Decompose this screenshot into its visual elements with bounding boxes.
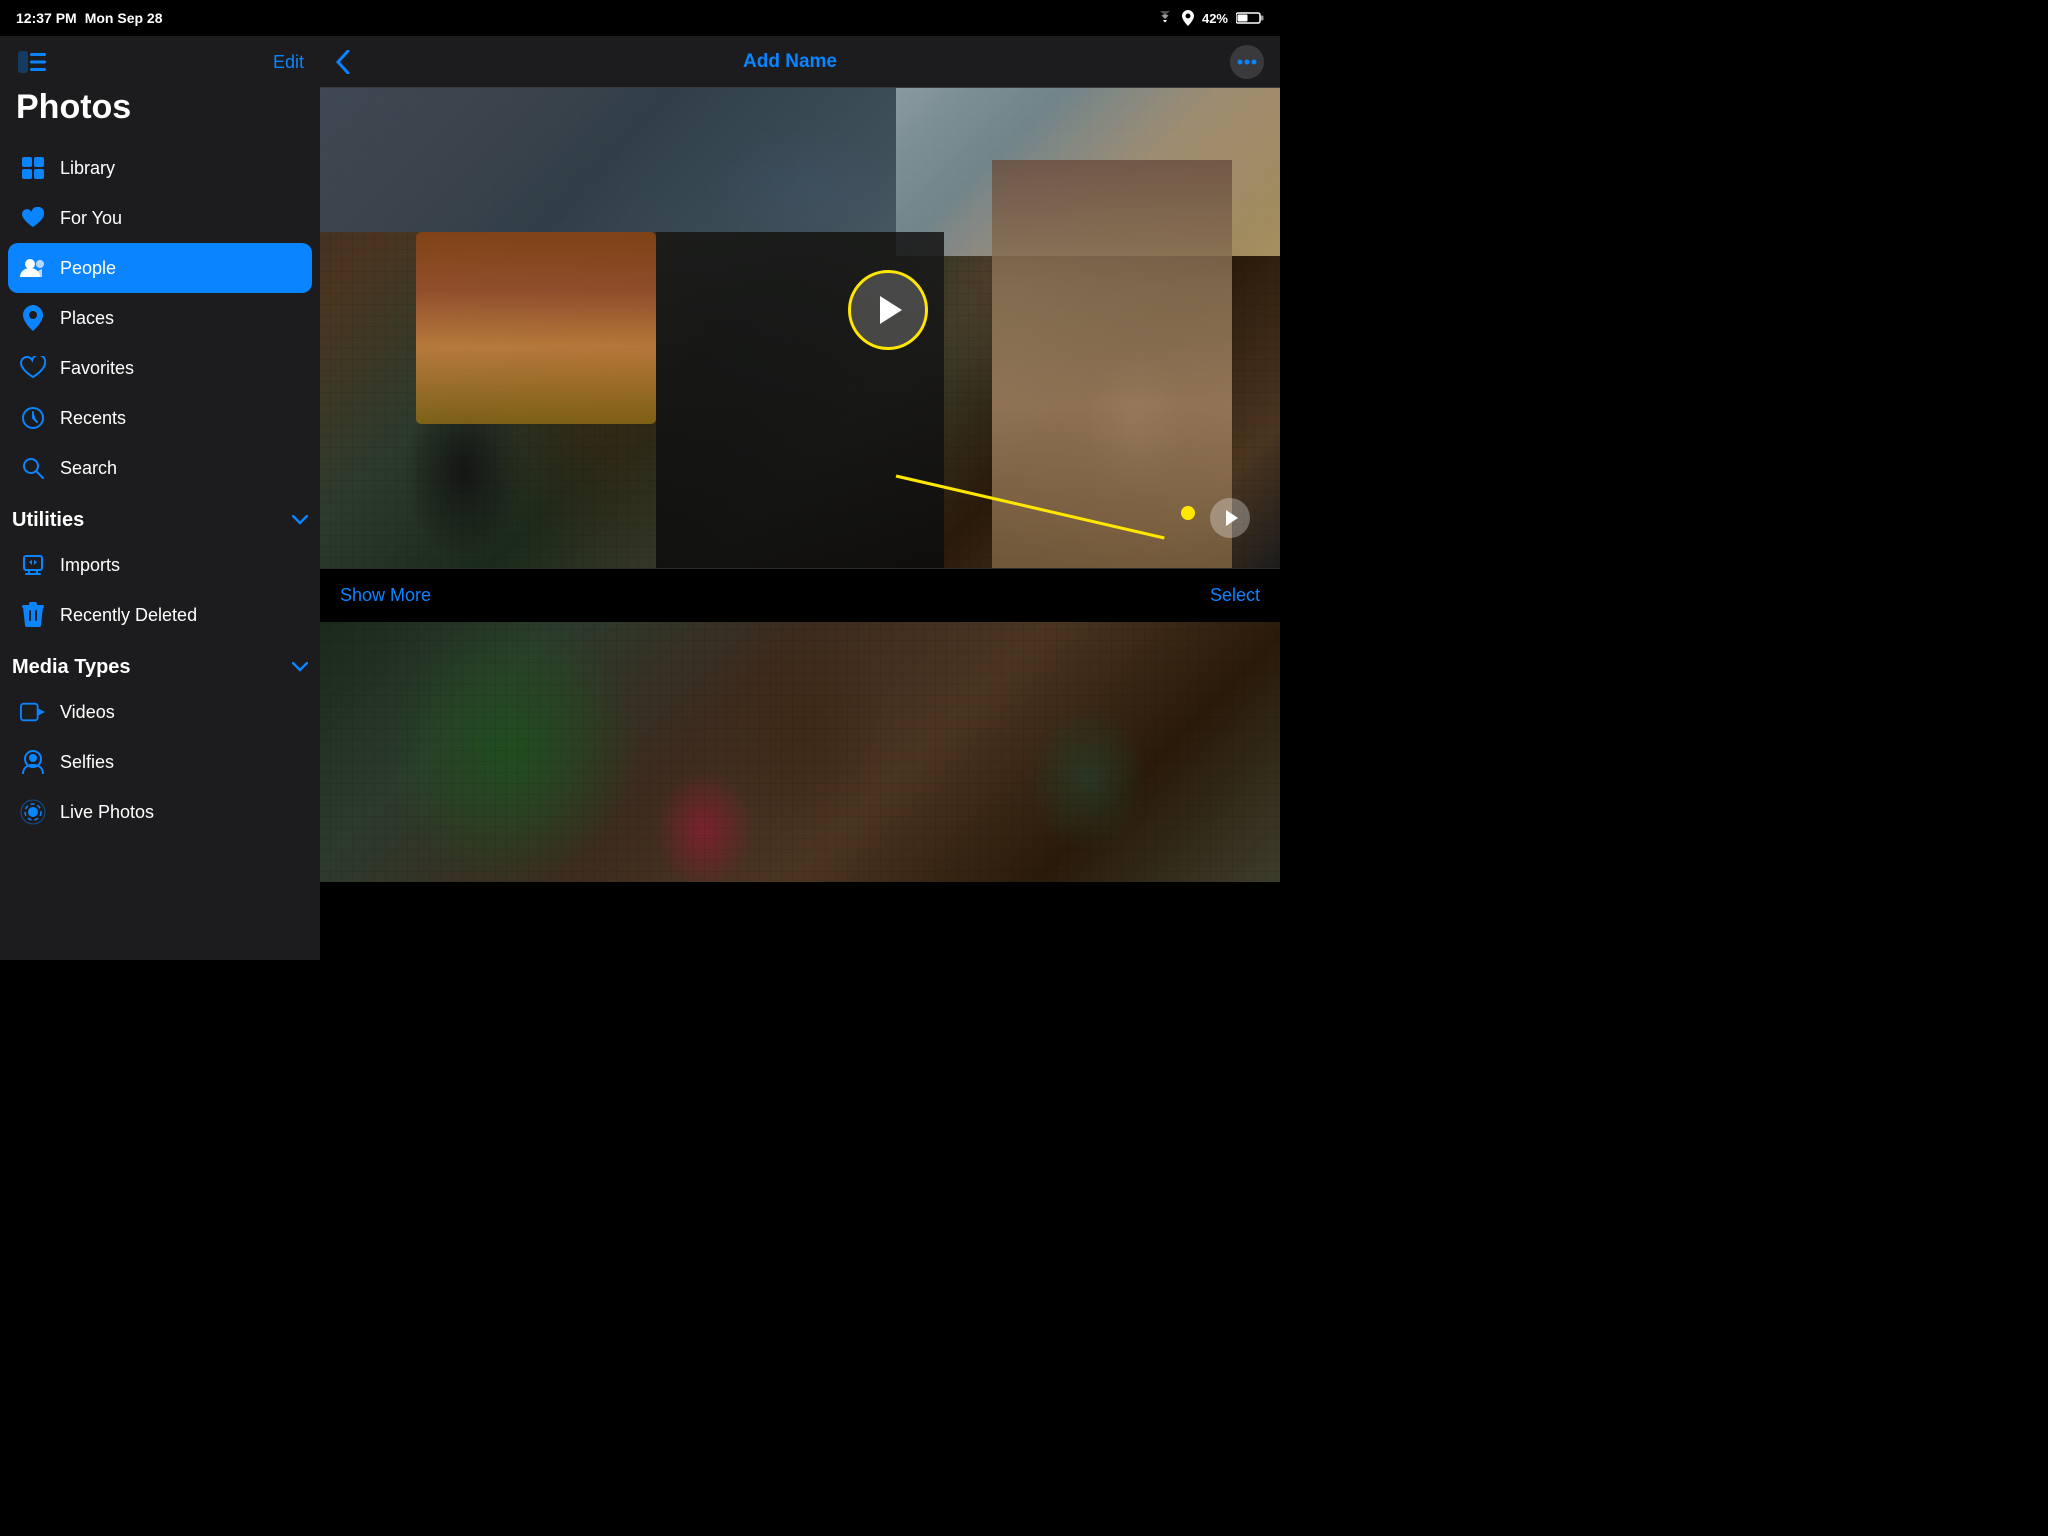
top-nav: Add Name	[320, 36, 1280, 88]
corner-dot	[1181, 506, 1195, 520]
imports-icon	[20, 552, 46, 578]
utilities-chevron-icon	[292, 512, 308, 530]
sidebar-item-label-search: Search	[60, 458, 117, 479]
sidebar-item-live-photos[interactable]: Live Photos	[8, 787, 312, 837]
sidebar-item-recents[interactable]: Recents	[8, 393, 312, 443]
sidebar-item-label-people: People	[60, 258, 116, 279]
sidebar-item-selfies[interactable]: Selfies	[8, 737, 312, 787]
sidebar: Edit Photos Library	[0, 36, 320, 960]
search-icon	[20, 455, 46, 481]
library-icon	[20, 155, 46, 181]
utilities-section-header[interactable]: Utilities	[0, 493, 320, 540]
utilities-section: Imports Recently Deleted	[0, 540, 320, 640]
sidebar-item-favorites[interactable]: Favorites	[8, 343, 312, 393]
places-icon	[20, 305, 46, 331]
media-types-chevron-icon	[292, 659, 308, 677]
sidebar-item-search[interactable]: Search	[8, 443, 312, 493]
media-types-title: Media Types	[12, 656, 131, 679]
content-scroll[interactable]: Show More Select	[320, 88, 1280, 960]
battery-icon	[1236, 11, 1264, 25]
sidebar-item-imports[interactable]: Imports	[8, 540, 312, 590]
sidebar-toggle-icon	[18, 51, 46, 73]
photo-image-1	[320, 88, 1280, 568]
photo-section-1	[320, 88, 1280, 568]
more-options-icon	[1237, 59, 1257, 65]
selfies-icon	[20, 749, 46, 775]
location-icon	[1182, 10, 1194, 26]
sidebar-item-library[interactable]: Library	[8, 143, 312, 193]
photos-title: Photos	[0, 84, 320, 143]
sidebar-item-label-selfies: Selfies	[60, 752, 114, 773]
people-icon	[20, 255, 46, 281]
main-container: Edit Photos Library	[0, 36, 1280, 960]
status-bar: 12:37 PM Mon Sep 28 42%	[0, 0, 1280, 36]
trash-icon	[20, 602, 46, 628]
sidebar-nav-section: Library For You	[0, 143, 320, 493]
recents-icon	[20, 405, 46, 431]
media-types-section: Videos Selfies	[0, 687, 320, 837]
action-bar: Show More Select	[320, 568, 1280, 622]
select-button[interactable]: Select	[1210, 585, 1260, 606]
content-area: Add Name	[320, 36, 1280, 960]
sidebar-item-people[interactable]: People	[8, 243, 312, 293]
show-more-button[interactable]: Show More	[340, 585, 431, 606]
sidebar-header: Edit	[0, 36, 320, 84]
sidebar-item-label-favorites: Favorites	[60, 358, 134, 379]
nav-title: Add Name	[743, 51, 837, 73]
more-options-button[interactable]	[1230, 45, 1264, 79]
sidebar-item-label-recently-deleted: Recently Deleted	[60, 605, 197, 626]
status-right: 42%	[1156, 10, 1264, 26]
favorites-icon	[20, 355, 46, 381]
live-photos-icon	[20, 799, 46, 825]
sidebar-item-label-library: Library	[60, 158, 115, 179]
play-icon-large	[880, 296, 902, 324]
sidebar-item-places[interactable]: Places	[8, 293, 312, 343]
wifi-icon	[1156, 11, 1174, 25]
media-types-section-header[interactable]: Media Types	[0, 640, 320, 687]
sidebar-item-label-for-you: For You	[60, 208, 122, 229]
photo-image-2	[320, 622, 1280, 882]
sidebar-item-label-live-photos: Live Photos	[60, 802, 154, 823]
sidebar-item-label-imports: Imports	[60, 555, 120, 576]
photo-card-1[interactable]	[320, 88, 1280, 568]
sidebar-item-videos[interactable]: Videos	[8, 687, 312, 737]
sidebar-item-recently-deleted[interactable]: Recently Deleted	[8, 590, 312, 640]
play-icon-small	[1226, 510, 1238, 526]
corner-play-button[interactable]	[1210, 498, 1250, 538]
sidebar-item-for-you[interactable]: For You	[8, 193, 312, 243]
battery-percent: 42%	[1202, 11, 1228, 26]
time-display: 12:37 PM	[16, 10, 77, 26]
sidebar-item-label-places: Places	[60, 308, 114, 329]
sidebar-toggle-button[interactable]	[16, 48, 48, 76]
utilities-title: Utilities	[12, 509, 84, 532]
photo-card-2[interactable]	[320, 622, 1280, 882]
back-button[interactable]	[336, 50, 350, 74]
for-you-icon	[20, 205, 46, 231]
status-left: 12:37 PM Mon Sep 28	[16, 10, 163, 26]
videos-icon	[20, 699, 46, 725]
play-circle-annotation	[848, 270, 928, 350]
edit-button[interactable]: Edit	[273, 52, 304, 73]
sidebar-item-label-videos: Videos	[60, 702, 115, 723]
date-display: Mon Sep 28	[85, 10, 163, 26]
sidebar-item-label-recents: Recents	[60, 408, 126, 429]
chevron-left-icon	[336, 50, 350, 74]
photo-section-2	[320, 622, 1280, 882]
